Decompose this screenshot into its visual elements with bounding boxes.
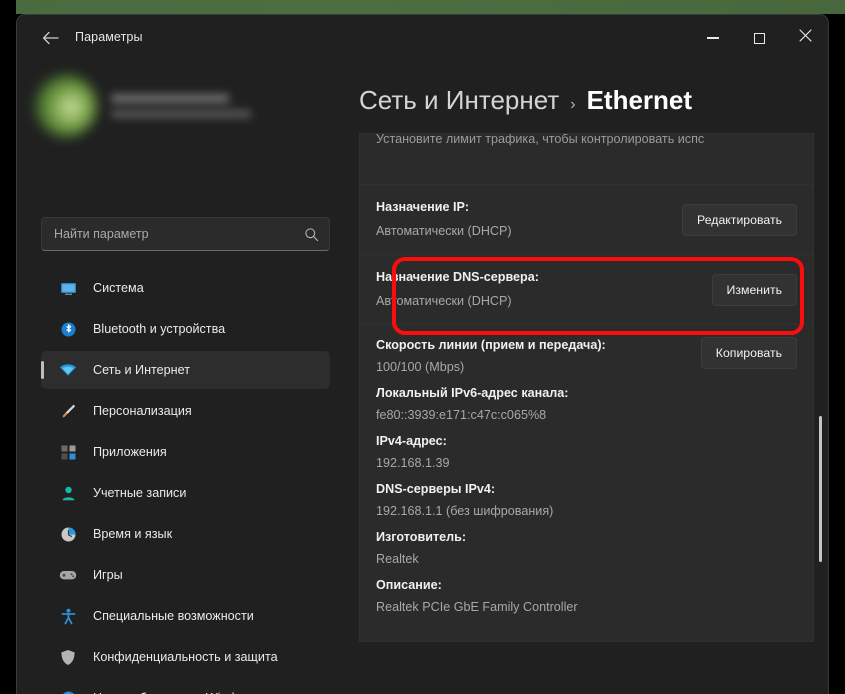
content-pane: Сеть и Интернет › Ethernet Установите ли… bbox=[343, 61, 828, 694]
arrow-left-icon bbox=[42, 31, 59, 45]
maximize-button[interactable] bbox=[736, 15, 782, 61]
bluetooth-icon bbox=[59, 320, 77, 338]
adapter-properties-top: Скорость линии (прием и передача): 100/1… bbox=[376, 337, 797, 625]
search-box[interactable] bbox=[41, 217, 330, 251]
minimize-icon bbox=[707, 37, 719, 39]
person-icon bbox=[59, 484, 77, 502]
sidebar-item-accessibility[interactable]: Специальные возможности bbox=[41, 597, 330, 635]
dns-assignment-label: Назначение DNS-сервера: bbox=[376, 270, 539, 284]
title-bar: Параметры bbox=[17, 15, 828, 61]
ip-assignment-text: Назначение IP: Автоматически (DHCP) bbox=[376, 199, 512, 240]
sidebar-item-label: Персонализация bbox=[93, 404, 192, 418]
property-value: fe80::3939:e171:c47c:c065%8 bbox=[376, 408, 547, 422]
search-icon bbox=[304, 227, 319, 242]
desktop-wallpaper bbox=[0, 0, 845, 14]
content-scrollbar[interactable] bbox=[813, 107, 827, 694]
property-row: Описание: Realtek PCIe GbE Family Contro… bbox=[376, 577, 606, 616]
property-row: DNS-серверы IPv4: 192.168.1.1 (без шифро… bbox=[376, 481, 606, 520]
dns-assignment-card: Назначение DNS-сервера: Автоматически (D… bbox=[359, 255, 814, 325]
sidebar-item-label: Bluetooth и устройства bbox=[93, 322, 226, 336]
avatar bbox=[35, 75, 97, 137]
sidebar-item-system[interactable]: Система bbox=[41, 269, 330, 307]
accessibility-icon bbox=[59, 607, 77, 625]
desktop-background bbox=[0, 0, 16, 694]
sidebar: Система Bluetooth и устройства bbox=[17, 61, 343, 694]
sidebar-item-apps[interactable]: Приложения bbox=[41, 433, 330, 471]
update-icon bbox=[59, 689, 77, 694]
property-row: Изготовитель: Realtek bbox=[376, 529, 606, 568]
app-title: Параметры bbox=[75, 30, 143, 44]
chevron-right-icon: › bbox=[570, 96, 576, 113]
edit-ip-button[interactable]: Редактировать bbox=[682, 203, 797, 236]
property-row: IPv4-адрес: 192.168.1.39 bbox=[376, 433, 606, 472]
property-value: Realtek bbox=[376, 552, 419, 566]
clock-icon bbox=[59, 525, 77, 543]
sidebar-item-network[interactable]: Сеть и Интернет bbox=[41, 351, 330, 389]
property-label: Локальный IPv6-адрес канала: bbox=[376, 386, 569, 400]
gamepad-icon bbox=[59, 566, 77, 584]
property-value: 100/100 (Mbps) bbox=[376, 360, 465, 374]
sidebar-item-gaming[interactable]: Игры bbox=[41, 556, 330, 594]
copy-button[interactable]: Копировать bbox=[700, 337, 797, 369]
property-label: Описание: bbox=[376, 578, 442, 592]
ip-assignment-card: Назначение IP: Автоматически (DHCP) Реда… bbox=[359, 185, 814, 255]
close-icon bbox=[798, 29, 812, 47]
adapter-properties-card: Скорость линии (прием и передача): 100/1… bbox=[359, 325, 814, 642]
property-row: Скорость линии (прием и передача): 100/1… bbox=[376, 337, 606, 376]
sidebar-item-windows-update[interactable]: Центр обновления Windows bbox=[41, 679, 330, 694]
shield-icon bbox=[59, 648, 77, 666]
property-value: 192.168.1.39 bbox=[376, 456, 450, 470]
paintbrush-icon bbox=[59, 402, 77, 420]
metered-connection-text: Установите лимит трафика, чтобы контроли… bbox=[376, 133, 705, 146]
monitor-icon bbox=[59, 279, 77, 297]
minimize-button[interactable] bbox=[690, 15, 736, 61]
adapter-properties-rows: Скорость линии (прием и передача): 100/1… bbox=[376, 337, 606, 625]
property-value: 192.168.1.1 (без шифрования) bbox=[376, 504, 554, 518]
sidebar-item-label: Игры bbox=[93, 568, 123, 582]
settings-cards: Установите лимит трафика, чтобы контроли… bbox=[359, 133, 814, 694]
property-label: IPv4-адрес: bbox=[376, 434, 447, 448]
metered-connection-card[interactable]: Установите лимит трафика, чтобы контроли… bbox=[359, 133, 814, 185]
breadcrumb-parent[interactable]: Сеть и Интернет bbox=[359, 85, 559, 116]
screenshot-root: Параметры Найти параметр Система Bluetoo… bbox=[0, 0, 845, 694]
sidebar-item-bluetooth[interactable]: Bluetooth и устройства bbox=[41, 310, 330, 348]
sidebar-item-label: Время и язык bbox=[93, 527, 173, 541]
maximize-icon bbox=[753, 32, 765, 44]
property-label: DNS-серверы IPv4: bbox=[376, 482, 496, 496]
sidebar-item-time-language[interactable]: Время и язык bbox=[41, 515, 330, 553]
account-tile[interactable] bbox=[35, 69, 325, 143]
dns-assignment-text: Назначение DNS-сервера: Автоматически (D… bbox=[376, 269, 539, 310]
edit-dns-button[interactable]: Изменить bbox=[711, 273, 797, 306]
dns-assignment-value: Автоматически (DHCP) bbox=[376, 294, 512, 308]
property-row: Локальный IPv6-адрес канала: fe80::3939:… bbox=[376, 385, 606, 424]
page-title: Ethernet bbox=[586, 85, 693, 115]
property-value: Realtek PCIe GbE Family Controller bbox=[376, 600, 578, 614]
search-container bbox=[41, 217, 330, 251]
sidebar-item-label: Система bbox=[93, 281, 144, 295]
sidebar-item-label: Специальные возможности bbox=[93, 609, 254, 623]
sidebar-item-label: Учетные записи bbox=[93, 486, 187, 500]
ip-assignment-value: Автоматически (DHCP) bbox=[376, 224, 512, 238]
sidebar-item-label: Конфиденциальность и защита bbox=[93, 650, 278, 664]
sidebar-item-accounts[interactable]: Учетные записи bbox=[41, 474, 330, 512]
property-label: Скорость линии (прием и передача): bbox=[376, 338, 606, 352]
account-name-redacted bbox=[111, 94, 251, 118]
scrollbar-thumb[interactable] bbox=[819, 416, 822, 562]
sidebar-nav: Система Bluetooth и устройства Сеть и Ин… bbox=[41, 269, 330, 694]
close-button[interactable] bbox=[782, 15, 828, 61]
window-controls bbox=[690, 15, 828, 61]
search-input[interactable] bbox=[54, 227, 304, 241]
settings-window: Параметры Найти параметр Система Bluetoo… bbox=[16, 14, 829, 694]
wifi-icon bbox=[59, 361, 77, 379]
sidebar-item-personalization[interactable]: Персонализация bbox=[41, 392, 330, 430]
sidebar-item-label: Приложения bbox=[93, 445, 167, 459]
breadcrumb: Сеть и Интернет › Ethernet bbox=[359, 85, 692, 116]
sidebar-item-privacy[interactable]: Конфиденциальность и защита bbox=[41, 638, 330, 676]
ip-assignment-label: Назначение IP: bbox=[376, 200, 470, 214]
apps-icon bbox=[59, 443, 77, 461]
back-button[interactable] bbox=[35, 24, 65, 52]
sidebar-item-label: Сеть и Интернет bbox=[93, 363, 190, 377]
property-label: Изготовитель: bbox=[376, 530, 467, 544]
